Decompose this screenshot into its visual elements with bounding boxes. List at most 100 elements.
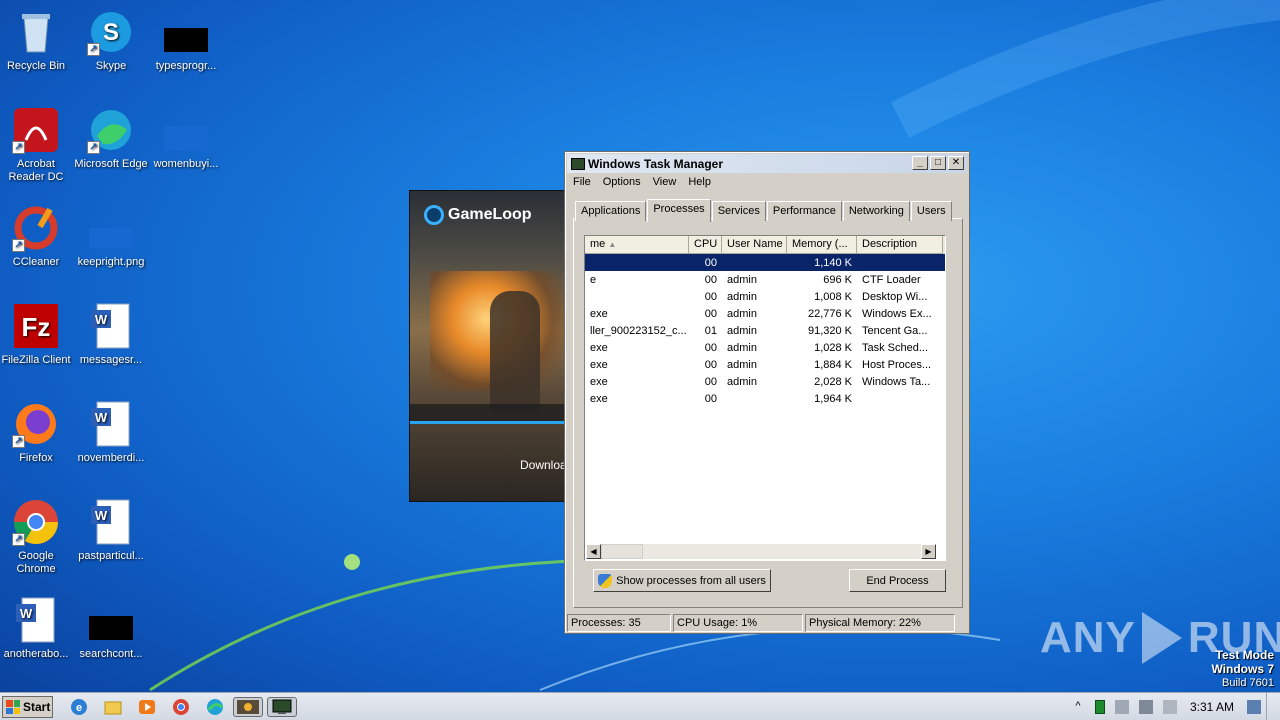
table-row[interactable]: exe 00 admin 1,884 K Host Proces...: [585, 356, 945, 373]
cell-name: ller_900223152_c...: [590, 324, 687, 337]
cell-description: Host Proces...: [862, 358, 932, 371]
battery-icon[interactable]: [1094, 700, 1105, 714]
menu-help[interactable]: Help: [682, 174, 717, 192]
end-process-button[interactable]: End Process: [849, 569, 946, 592]
maximize-button[interactable]: □: [930, 156, 946, 170]
gameloop-icon[interactable]: [233, 697, 263, 717]
column-header-name[interactable]: me ▲: [585, 236, 689, 254]
desktop-icon-filezilla[interactable]: Fz FileZilla Client: [0, 302, 74, 367]
show-all-processes-button[interactable]: Show processes from all users: [593, 569, 771, 592]
media-player-icon[interactable]: [136, 697, 158, 717]
explorer-icon[interactable]: [102, 697, 124, 717]
horizontal-scrollbar[interactable]: ◀ ▶: [586, 544, 936, 559]
status-memory: Physical Memory: 22%: [805, 614, 955, 632]
table-row[interactable]: exe 00 admin 1,028 K Task Sched...: [585, 339, 945, 356]
desktop-icon-firefox[interactable]: ↗ Firefox: [0, 400, 74, 465]
tab-users[interactable]: Users: [910, 201, 952, 221]
minimize-button[interactable]: _: [912, 156, 928, 170]
desktop-icon-skype[interactable]: S ↗ Skype: [73, 8, 149, 73]
filezilla-icon: Fz: [12, 302, 60, 350]
table-row[interactable]: ller_900223152_c... 01 admin 91,320 K Tencen…: [585, 322, 945, 339]
table-row[interactable]: 00 1,140 K: [585, 254, 945, 271]
cell-memory: 1,028 K: [814, 341, 852, 354]
table-row[interactable]: 00 admin 1,008 K Desktop Wi...: [585, 288, 945, 305]
table-row[interactable]: exe 00 1,964 K: [585, 390, 945, 407]
scroll-thumb[interactable]: [601, 544, 643, 559]
black-file-icon: [87, 596, 135, 644]
desktop-icon-edge[interactable]: ↗ Microsoft Edge: [73, 106, 149, 171]
cell-user: admin: [727, 375, 757, 388]
word-doc-icon: W: [12, 596, 60, 644]
menu-file[interactable]: File: [567, 174, 597, 192]
volume-icon[interactable]: [1114, 700, 1129, 714]
column-header-user[interactable]: User Name: [722, 236, 787, 254]
process-list[interactable]: me ▲ CPU User Name Memory (... Descripti…: [584, 235, 946, 561]
desktop-icon-pastparticul[interactable]: W pastparticul...: [73, 498, 149, 563]
edge-icon[interactable]: [204, 697, 226, 717]
action-center-flag-icon[interactable]: [1162, 700, 1177, 714]
svg-text:Fz: Fz: [22, 312, 51, 342]
tab-processes[interactable]: Processes: [647, 199, 711, 222]
column-header-description[interactable]: Description: [857, 236, 943, 254]
cell-cpu: 00: [704, 290, 717, 303]
task-manager-titlebar[interactable]: Windows Task Manager _ □ ✕: [567, 154, 967, 173]
cell-cpu: 00: [704, 341, 717, 354]
menu-view[interactable]: View: [647, 174, 683, 192]
tab-services[interactable]: Services: [711, 201, 766, 221]
svg-text:W: W: [95, 410, 108, 425]
chrome-icon[interactable]: [170, 697, 192, 717]
task-manager-window[interactable]: Windows Task Manager _ □ ✕ File Options …: [564, 151, 970, 634]
close-button[interactable]: ✕: [948, 156, 964, 170]
gameloop-window[interactable]: GameLoop Downloa: [409, 190, 569, 502]
start-button[interactable]: Start: [2, 696, 53, 718]
chevron-up-icon[interactable]: ^: [1071, 700, 1085, 714]
desktop-icon-typesprogr[interactable]: typesprogr...: [148, 8, 224, 73]
show-desktop-button[interactable]: [1266, 693, 1280, 720]
desktop-icon-searchcont[interactable]: searchcont...: [73, 596, 149, 661]
svg-text:S: S: [103, 19, 119, 46]
scroll-right-icon[interactable]: ▶: [921, 544, 936, 559]
clock[interactable]: 3:31 AM: [1190, 700, 1234, 714]
shortcut-arrow-icon: ↗: [87, 43, 100, 56]
desktop-icon-chrome[interactable]: ↗ Google Chrome: [0, 498, 74, 576]
sort-ascending-icon: ▲: [608, 240, 617, 249]
cell-memory: 1,884 K: [814, 358, 852, 371]
black-file-icon: [162, 8, 210, 56]
tab-applications[interactable]: Applications: [575, 201, 647, 221]
desktop-icon-keepright[interactable]: keepright.png: [73, 204, 149, 269]
desktop-icon-anotherabo[interactable]: W anotherabo...: [0, 596, 74, 661]
desktop-icon-messagesr[interactable]: W messagesr...: [73, 302, 149, 367]
cell-user: admin: [727, 341, 757, 354]
scroll-track[interactable]: [643, 544, 921, 559]
cell-description: CTF Loader: [862, 273, 921, 286]
tab-performance[interactable]: Performance: [766, 201, 842, 221]
svg-text:W: W: [95, 312, 108, 327]
network-icon[interactable]: [1138, 700, 1153, 714]
cell-cpu: 00: [704, 375, 717, 388]
gameloop-progress-bar: [410, 421, 568, 424]
menu-options[interactable]: Options: [597, 174, 647, 192]
cell-description: Desktop Wi...: [862, 290, 928, 303]
cell-cpu: 00: [704, 392, 717, 405]
cell-description: Tencent Ga...: [862, 324, 928, 337]
soldier-art: [490, 291, 540, 411]
desktop-icon-acrobat[interactable]: ↗ Acrobat Reader DC: [0, 106, 74, 184]
table-row[interactable]: e 00 admin 696 K CTF Loader: [585, 271, 945, 288]
desktop-icon-recycle-bin[interactable]: Recycle Bin: [0, 8, 74, 73]
word-doc-icon: W: [87, 498, 135, 546]
desktop-icon-ccleaner[interactable]: ↗ CCleaner: [0, 204, 74, 269]
column-header-memory[interactable]: Memory (...: [787, 236, 857, 254]
cell-memory: 2,028 K: [814, 375, 852, 388]
table-row[interactable]: exe 00 admin 22,776 K Windows Ex...: [585, 305, 945, 322]
desktop-icon-novemberdi[interactable]: W novemberdi...: [73, 400, 149, 465]
scroll-left-icon[interactable]: ◀: [586, 544, 601, 559]
task-manager-icon[interactable]: [267, 697, 297, 717]
notification-icon[interactable]: [1247, 700, 1261, 714]
table-row[interactable]: exe 00 admin 2,028 K Windows Ta...: [585, 373, 945, 390]
status-cpu: CPU Usage: 1%: [673, 614, 803, 632]
word-doc-icon: W: [87, 400, 135, 448]
column-header-cpu[interactable]: CPU: [689, 236, 722, 254]
desktop-icon-womenbuyi[interactable]: womenbuyi...: [148, 106, 224, 171]
tab-networking[interactable]: Networking: [842, 201, 910, 221]
ie-icon[interactable]: e: [68, 697, 90, 717]
